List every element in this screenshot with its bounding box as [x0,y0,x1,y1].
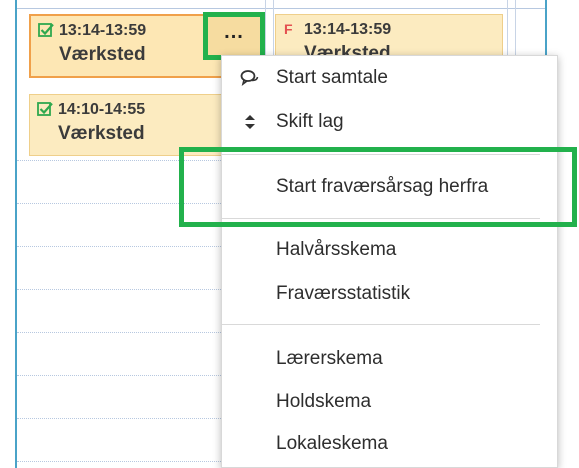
checkbox-checked-icon [37,102,53,116]
event-time: 14:10-14:55 [58,101,146,118]
menu-item-laererskema[interactable]: Lærerskema [222,339,557,379]
menu-item-label: Start samtale [276,67,388,88]
menu-item-skift-lag[interactable]: Skift lag [222,102,557,142]
menu-item-fravaersstatistik[interactable]: Fraværsstatistik [222,274,557,314]
event-place: Værksted [59,44,146,65]
grid-top-line [17,8,545,9]
chat-bubbles-icon [240,70,259,86]
menu-item-label: Skift lag [276,111,344,132]
event-time: 13:14-13:59 [304,21,392,38]
menu-item-lokaleskema[interactable]: Lokaleskema [222,424,557,464]
menu-divider [222,324,540,325]
menu-item-halvaarsskema[interactable]: Halvårsskema [222,230,557,270]
event-time: 13:14-13:59 [59,22,147,39]
event-context-menu: Start samtale Skift lag Start fraværsårs… [221,55,558,468]
menu-item-label: Lærerskema [276,348,383,369]
sort-arrows-icon [245,115,255,129]
menu-item-label: Halvårsskema [276,239,397,260]
event-place: Værksted [58,123,145,144]
menu-item-label: Start fraværsårsag herfra [276,176,489,197]
menu-item-start-fravaersarsag[interactable]: Start fraværsårsag herfra [222,167,557,207]
flag-icon: F [284,21,293,37]
menu-item-holdskema[interactable]: Holdskema [222,382,557,422]
event-more-button[interactable]: ... [203,12,265,60]
menu-divider [222,218,540,219]
menu-item-label: Holdskema [276,391,372,412]
menu-item-start-samtale[interactable]: Start samtale [222,58,557,98]
menu-divider [222,154,540,155]
more-dots-icon: ... [224,21,244,43]
menu-item-label: Fraværsstatistik [276,283,411,304]
menu-item-label: Lokaleskema [276,433,388,454]
checkbox-checked-icon [38,23,54,37]
